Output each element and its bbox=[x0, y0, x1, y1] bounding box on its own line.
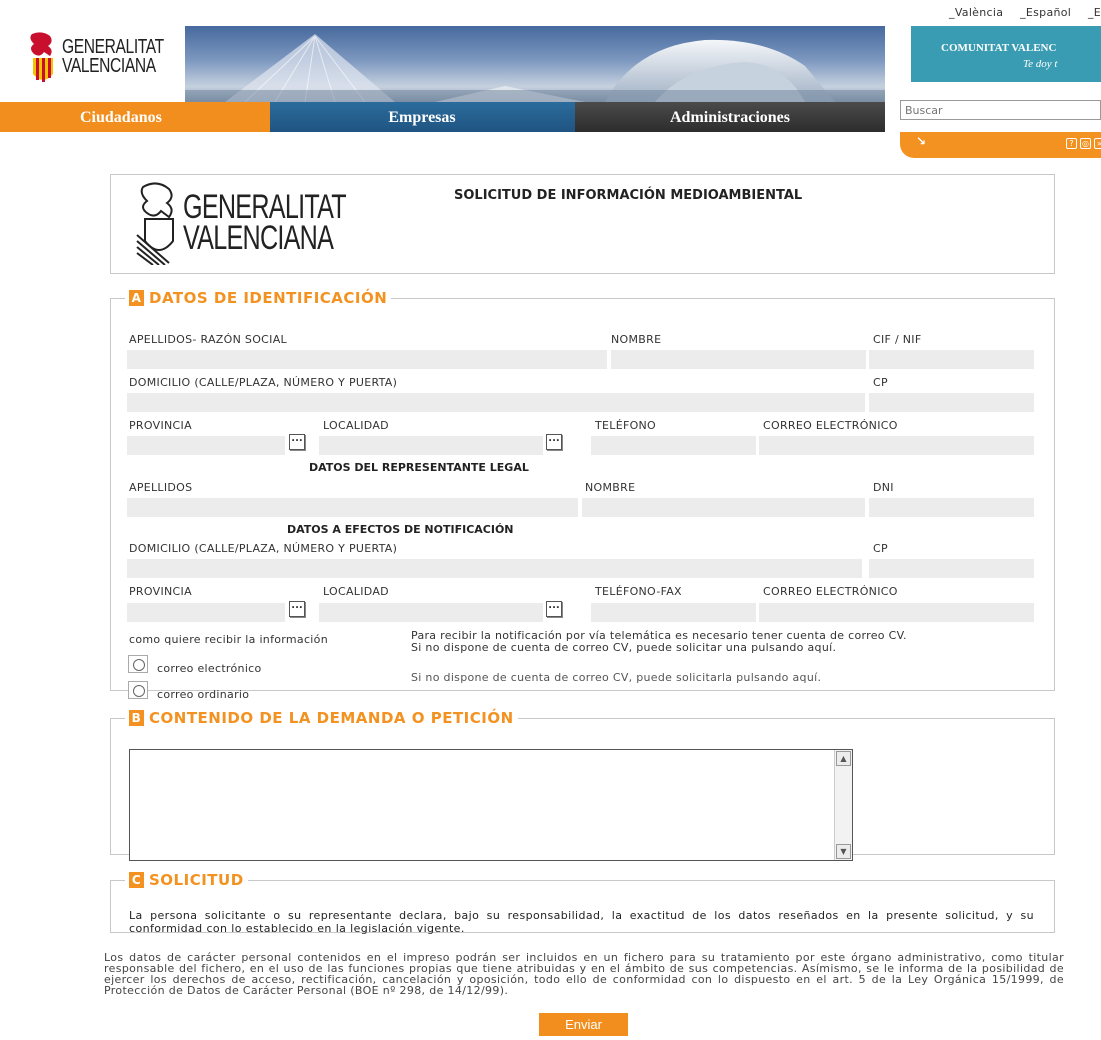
language-bar: _València _Español _E bbox=[936, 6, 1101, 19]
localidad-notificacion-input[interactable] bbox=[319, 603, 543, 622]
cv-banner-slogan: Te doy t bbox=[1023, 58, 1058, 70]
label-dni: DNI bbox=[873, 481, 894, 494]
section-c-legend: C SOLICITUD bbox=[125, 871, 248, 889]
submit-button[interactable]: Enviar bbox=[539, 1013, 628, 1036]
apellidos-representante-input[interactable] bbox=[127, 498, 578, 517]
logo-line-2: VALENCIANA bbox=[62, 55, 156, 77]
option-post-label: correo ordinario bbox=[157, 688, 250, 701]
scroll-down-icon[interactable]: ▼ bbox=[836, 844, 851, 859]
label-correo-notificacion: CORREO ELECTRÓNICO bbox=[763, 585, 898, 598]
nombre-representante-input[interactable] bbox=[582, 498, 865, 517]
cv-banner-title: COMUNITAT VALENC bbox=[941, 42, 1057, 54]
label-localidad: LOCALIDAD bbox=[323, 419, 389, 432]
correo-notificacion-input[interactable] bbox=[759, 603, 1034, 622]
nombre-input[interactable] bbox=[611, 350, 866, 369]
form-logo-line-2: VALENCIANA bbox=[183, 219, 334, 257]
representative-heading: DATOS DEL REPRESENTANTE LEGAL bbox=[309, 461, 529, 474]
label-domicilio: DOMICILIO (CALLE/PLAZA, NÚMERO Y PUERTA) bbox=[129, 376, 398, 389]
domicilio-notificacion-input[interactable] bbox=[127, 559, 862, 578]
label-nombre-representante: NOMBRE bbox=[585, 481, 636, 494]
label-telefono-fax: TELÉFONO-FAX bbox=[595, 585, 682, 598]
tab-administraciones[interactable]: Administraciones bbox=[575, 102, 885, 132]
label-telefono: TELÉFONO bbox=[595, 419, 657, 432]
section-b-title: CONTENIDO DE LA DEMANDA O PETICIÓN bbox=[149, 709, 514, 727]
search-input[interactable] bbox=[900, 100, 1101, 120]
accessibility-icon[interactable]: ◎ bbox=[1080, 138, 1091, 149]
telematic-notice[interactable]: Para recibir la notificación por vía tel… bbox=[411, 630, 916, 654]
cif-input[interactable] bbox=[869, 350, 1034, 369]
radio-correo-ordinario[interactable] bbox=[128, 681, 148, 699]
section-c-title: SOLICITUD bbox=[149, 871, 244, 889]
generalitat-logo[interactable]: GENERALITAT VALENCIANA bbox=[22, 28, 182, 88]
provincia-notificacion-browse-button[interactable]: ... bbox=[289, 601, 305, 617]
more-icon[interactable]: » bbox=[1094, 138, 1101, 149]
header-banner-image bbox=[185, 26, 885, 102]
section-demand-content: B CONTENIDO DE LA DEMANDA O PETICIÓN ▲ ▼ bbox=[110, 709, 1055, 861]
comunitat-valenciana-banner[interactable]: COMUNITAT VALENC Te doy t bbox=[911, 26, 1101, 82]
lang-espanol-link[interactable]: _Español bbox=[1020, 6, 1071, 19]
section-c-letter: C bbox=[129, 872, 144, 888]
localidad-notificacion-browse-button[interactable]: ... bbox=[546, 601, 562, 617]
lang-valencia-link[interactable]: _València bbox=[949, 6, 1003, 19]
scroll-up-icon[interactable]: ▲ bbox=[836, 751, 851, 766]
dni-input[interactable] bbox=[869, 498, 1034, 517]
notification-heading: DATOS A EFECTOS DE NOTIFICACIÓN bbox=[287, 523, 514, 536]
search-toolbar: ↘ ? ◎ » bbox=[900, 132, 1101, 158]
form-header: GENERALITAT VALENCIANA SOLICITUD DE INFO… bbox=[110, 174, 1055, 274]
declaration-text: La persona solicitante o su representant… bbox=[129, 909, 1034, 935]
cv-account-link[interactable]: Si no dispone de cuenta de correo CV, pu… bbox=[411, 671, 821, 684]
lang-english-link[interactable]: _E bbox=[1088, 6, 1101, 19]
receive-method-label: como quiere recibir la información bbox=[129, 633, 328, 646]
tab-empresas[interactable]: Empresas bbox=[262, 102, 582, 132]
section-b-letter: B bbox=[129, 710, 144, 726]
telefono-input[interactable] bbox=[591, 436, 756, 455]
label-provincia-notificacion: PROVINCIA bbox=[129, 585, 192, 598]
main-navigation: Empresas Administraciones Ciudadanos bbox=[0, 102, 885, 132]
label-cp: CP bbox=[873, 376, 888, 389]
label-localidad-notificacion: LOCALIDAD bbox=[323, 585, 389, 598]
localidad-input[interactable] bbox=[319, 436, 543, 455]
help-icon[interactable]: ? bbox=[1066, 138, 1077, 149]
tab-ciudadanos[interactable]: Ciudadanos bbox=[0, 102, 270, 132]
label-correo: CORREO ELECTRÓNICO bbox=[763, 419, 898, 432]
cp-input[interactable] bbox=[869, 393, 1034, 412]
section-a-letter: A bbox=[129, 290, 144, 306]
option-email-label: correo electrónico bbox=[157, 662, 262, 675]
section-identification: A DATOS DE IDENTIFICACIÓN APELLIDOS- RAZÓ… bbox=[110, 289, 1055, 701]
label-domicilio-notificacion: DOMICILIO (CALLE/PLAZA, NÚMERO Y PUERTA) bbox=[129, 542, 398, 555]
provincia-browse-button[interactable]: ... bbox=[289, 434, 305, 450]
section-request: C SOLICITUD La persona solicitante o su r… bbox=[110, 871, 1055, 935]
label-cif: CIF / NIF bbox=[873, 333, 922, 346]
telefono-fax-input[interactable] bbox=[591, 603, 756, 622]
correo-input[interactable] bbox=[759, 436, 1034, 455]
label-cp-notificacion: CP bbox=[873, 542, 888, 555]
section-b-legend: B CONTENIDO DE LA DEMANDA O PETICIÓN bbox=[125, 709, 518, 727]
localidad-browse-button[interactable]: ... bbox=[546, 434, 562, 450]
generalitat-seal-icon bbox=[136, 182, 174, 265]
cp-notificacion-input[interactable] bbox=[869, 559, 1034, 578]
label-nombre: NOMBRE bbox=[611, 333, 662, 346]
form-title: SOLICITUD DE INFORMACIÓN MEDIOAMBIENTAL bbox=[454, 188, 803, 203]
search-go-icon[interactable]: ↘ bbox=[916, 134, 926, 148]
domicilio-input[interactable] bbox=[127, 393, 865, 412]
textarea-scrollbar[interactable]: ▲ ▼ bbox=[834, 750, 852, 860]
label-apellidos-razon: APELLIDOS- RAZÓN SOCIAL bbox=[129, 333, 287, 346]
section-a-title: DATOS DE IDENTIFICACIÓN bbox=[149, 289, 388, 307]
apellidos-razon-input[interactable] bbox=[127, 350, 607, 369]
generalitat-seal-icon bbox=[30, 32, 53, 82]
demand-textarea[interactable]: ▲ ▼ bbox=[129, 749, 853, 861]
provincia-notificacion-input[interactable] bbox=[127, 603, 285, 622]
label-provincia: PROVINCIA bbox=[129, 419, 192, 432]
logo-wordmark: GENERALITAT VALENCIANA bbox=[62, 37, 164, 77]
radio-correo-electronico[interactable] bbox=[128, 655, 148, 673]
label-apellidos: APELLIDOS bbox=[129, 481, 193, 494]
section-a-legend: A DATOS DE IDENTIFICACIÓN bbox=[125, 289, 391, 307]
provincia-input[interactable] bbox=[127, 436, 285, 455]
privacy-notice: Los datos de carácter personal contenido… bbox=[104, 951, 1064, 997]
form-logo-wordmark: GENERALITAT VALENCIANA bbox=[183, 190, 347, 257]
